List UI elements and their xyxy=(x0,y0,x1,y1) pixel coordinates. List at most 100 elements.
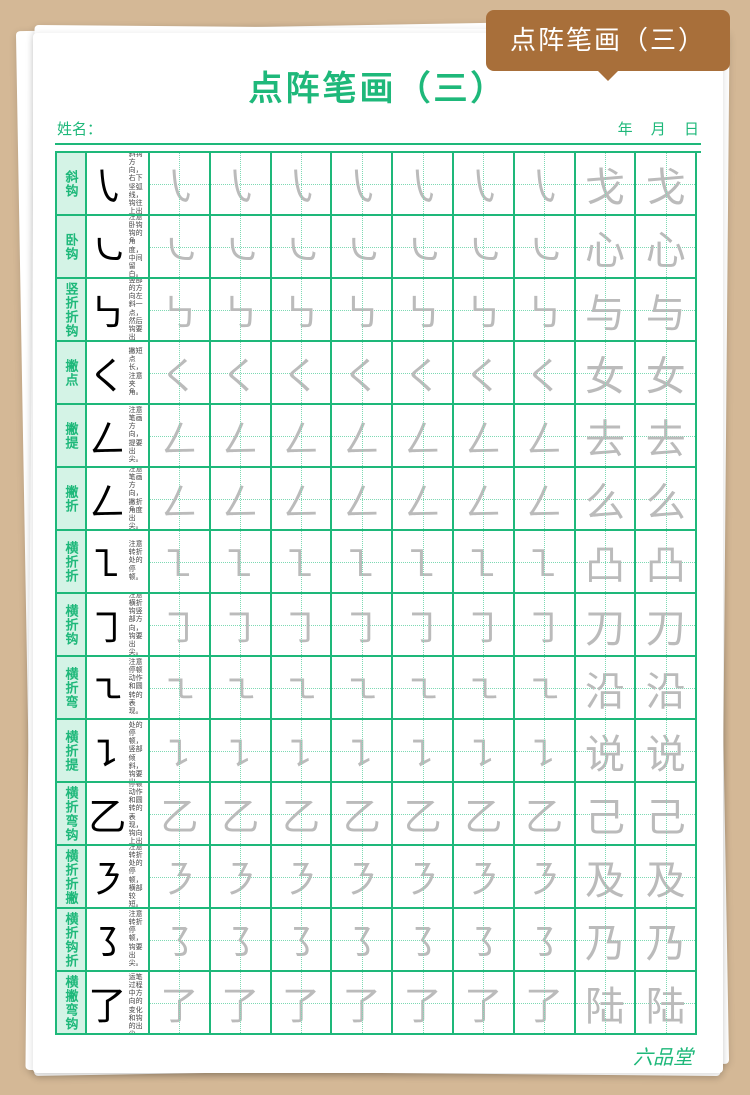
trace-glyph: 乙 xyxy=(332,783,391,844)
practice-stroke-cell: ㇅ xyxy=(515,531,576,594)
practice-stroke-cell: ㇆ xyxy=(150,594,211,657)
name-label: 姓名： xyxy=(57,118,102,139)
stroke-glyph: ㄥ xyxy=(87,468,128,529)
practice-char-cell: 戈 xyxy=(576,153,637,216)
worksheet-page: 点阵笔画（三） 姓名： 年 月 日 斜钩㇂注意斜钩方向，右下坚弧线，钩往上出尖。… xyxy=(33,33,723,1073)
stroke-note: 注意笔画方向，撇折角度出尖。 xyxy=(128,468,148,529)
trace-glyph: ㇊ xyxy=(150,720,209,781)
practice-stroke-cell: ㄥ xyxy=(211,468,272,531)
practice-char-cell: 凸 xyxy=(576,531,637,594)
stroke-row: 撇提ㄥ注意笔画方向，提要出尖。ㄥㄥㄥㄥㄥㄥㄥ去去 xyxy=(57,405,701,468)
practice-stroke-cell: ㇉ xyxy=(454,279,515,342)
trace-glyph: ㇍ xyxy=(454,657,513,718)
trace-glyph: ㇋ xyxy=(332,846,391,907)
trace-glyph: ㇅ xyxy=(454,531,513,592)
practice-char-cell: 心 xyxy=(576,216,637,279)
practice-stroke-cell: ㇂ xyxy=(272,153,333,216)
practice-stroke-cell: ㇂ xyxy=(393,153,454,216)
paper-stack: 点阵笔画（三） 姓名： 年 月 日 斜钩㇂注意斜钩方向，右下坚弧线，钩往上出尖。… xyxy=(25,25,725,1075)
trace-glyph: 去 xyxy=(636,405,695,466)
trace-glyph: 说 xyxy=(576,720,635,781)
trace-glyph: 乙 xyxy=(211,783,270,844)
trace-glyph: 及 xyxy=(636,846,695,907)
trace-glyph: ㇅ xyxy=(272,531,331,592)
stroke-demo: ㇋注意转折处的停顿，横部较短。 xyxy=(87,846,150,909)
practice-stroke-cell: ㇅ xyxy=(454,531,515,594)
trace-glyph: ㇂ xyxy=(332,153,391,214)
practice-stroke-cell: ㇍ xyxy=(393,657,454,720)
trace-glyph: ㄥ xyxy=(332,405,391,466)
stroke-note: 撇短点长，注意夹角。 xyxy=(128,342,148,403)
date-fields: 年 月 日 xyxy=(604,118,699,139)
practice-stroke-cell: ㄥ xyxy=(150,405,211,468)
practice-stroke-cell: ㇆ xyxy=(393,594,454,657)
practice-stroke-cell: ㇅ xyxy=(150,531,211,594)
stroke-note: 注意停顿动作和圆转的表现，钩向上出尖。 xyxy=(128,783,148,844)
practice-stroke-cell: ㇊ xyxy=(454,720,515,783)
practice-stroke-cell: ㇃ xyxy=(150,216,211,279)
stroke-row: 横折提㇊注意转折处的停顿，竖部倾斜，钩要出尖。㇊㇊㇊㇊㇊㇊㇊说说 xyxy=(57,720,701,783)
practice-stroke-cell: ㇌ xyxy=(211,909,272,972)
practice-stroke-cell: ㇋ xyxy=(515,846,576,909)
trace-glyph: ㇉ xyxy=(393,279,452,340)
practice-stroke-cell: ㇉ xyxy=(393,279,454,342)
trace-glyph: ㇃ xyxy=(211,216,270,277)
practice-stroke-cell: ㇂ xyxy=(332,153,393,216)
trace-glyph: ㇂ xyxy=(393,153,452,214)
practice-stroke-cell: ㇋ xyxy=(454,846,515,909)
trace-glyph: 么 xyxy=(576,468,635,529)
trace-glyph: ㇍ xyxy=(332,657,391,718)
stroke-glyph: ㇊ xyxy=(87,720,128,781)
trace-glyph: 了 xyxy=(393,972,452,1033)
stroke-row: 撇折ㄥ注意笔画方向，撇折角度出尖。ㄥㄥㄥㄥㄥㄥㄥ么么 xyxy=(57,468,701,531)
trace-glyph: ㇂ xyxy=(515,153,574,214)
trace-glyph: ㇃ xyxy=(272,216,331,277)
meta-row: 姓名： 年 月 日 xyxy=(55,118,701,145)
practice-stroke-cell: ㇅ xyxy=(272,531,333,594)
stroke-demo: ㇂注意斜钩方向，右下坚弧线，钩往上出尖。 xyxy=(87,153,150,216)
practice-stroke-cell: ㇊ xyxy=(150,720,211,783)
practice-char-cell: 陆 xyxy=(636,972,697,1035)
trace-glyph: 己 xyxy=(576,783,635,844)
stroke-row: 横折弯钩乙注意停顿动作和圆转的表现，钩向上出尖。乙乙乙乙乙乙乙己己 xyxy=(57,783,701,846)
practice-char-cell: 去 xyxy=(636,405,697,468)
practice-char-cell: 女 xyxy=(576,342,637,405)
practice-stroke-cell: ㇌ xyxy=(272,909,333,972)
stroke-glyph: ㇂ xyxy=(87,153,128,214)
trace-glyph: く xyxy=(515,342,574,403)
trace-glyph: く xyxy=(272,342,331,403)
stroke-note: 注意卧钩钩的角度，中间留白。 xyxy=(128,216,148,277)
stroke-glyph: ㇅ xyxy=(87,531,128,592)
trace-glyph: 乃 xyxy=(636,909,695,970)
practice-char-cell: 说 xyxy=(576,720,637,783)
practice-stroke-cell: ㇋ xyxy=(332,846,393,909)
practice-stroke-cell: ㇋ xyxy=(393,846,454,909)
practice-char-cell: 乃 xyxy=(576,909,637,972)
practice-stroke-cell: ㇋ xyxy=(211,846,272,909)
practice-stroke-cell: 了 xyxy=(454,972,515,1035)
practice-stroke-cell: 乙 xyxy=(393,783,454,846)
trace-glyph: 了 xyxy=(332,972,391,1033)
trace-glyph: く xyxy=(332,342,391,403)
stroke-label: 斜钩 xyxy=(57,153,87,216)
trace-glyph: ㇋ xyxy=(393,846,452,907)
stroke-row: 横折钩折㇌注意转折停顿，钩要出尖。㇌㇌㇌㇌㇌㇌㇌乃乃 xyxy=(57,909,701,972)
stroke-demo: ㄥ注意笔画方向，提要出尖。 xyxy=(87,405,150,468)
practice-stroke-cell: ㇌ xyxy=(393,909,454,972)
stroke-demo: ㄥ注意笔画方向，撇折角度出尖。 xyxy=(87,468,150,531)
stroke-row: 撇点く撇短点长，注意夹角。くくくくくくく女女 xyxy=(57,342,701,405)
practice-stroke-cell: ㇍ xyxy=(150,657,211,720)
practice-stroke-cell: ㄥ xyxy=(515,405,576,468)
trace-glyph: 陆 xyxy=(576,972,635,1033)
trace-glyph: ㇅ xyxy=(393,531,452,592)
practice-stroke-cell: 了 xyxy=(211,972,272,1035)
practice-stroke-cell: ㇆ xyxy=(211,594,272,657)
practice-char-cell: 女 xyxy=(636,342,697,405)
practice-stroke-cell: ㄥ xyxy=(332,405,393,468)
trace-glyph: ㇌ xyxy=(515,909,574,970)
stroke-glyph: ㄥ xyxy=(87,405,128,466)
trace-glyph: ㄥ xyxy=(150,405,209,466)
trace-glyph: ㇉ xyxy=(211,279,270,340)
practice-stroke-cell: 乙 xyxy=(332,783,393,846)
trace-glyph: 乙 xyxy=(454,783,513,844)
